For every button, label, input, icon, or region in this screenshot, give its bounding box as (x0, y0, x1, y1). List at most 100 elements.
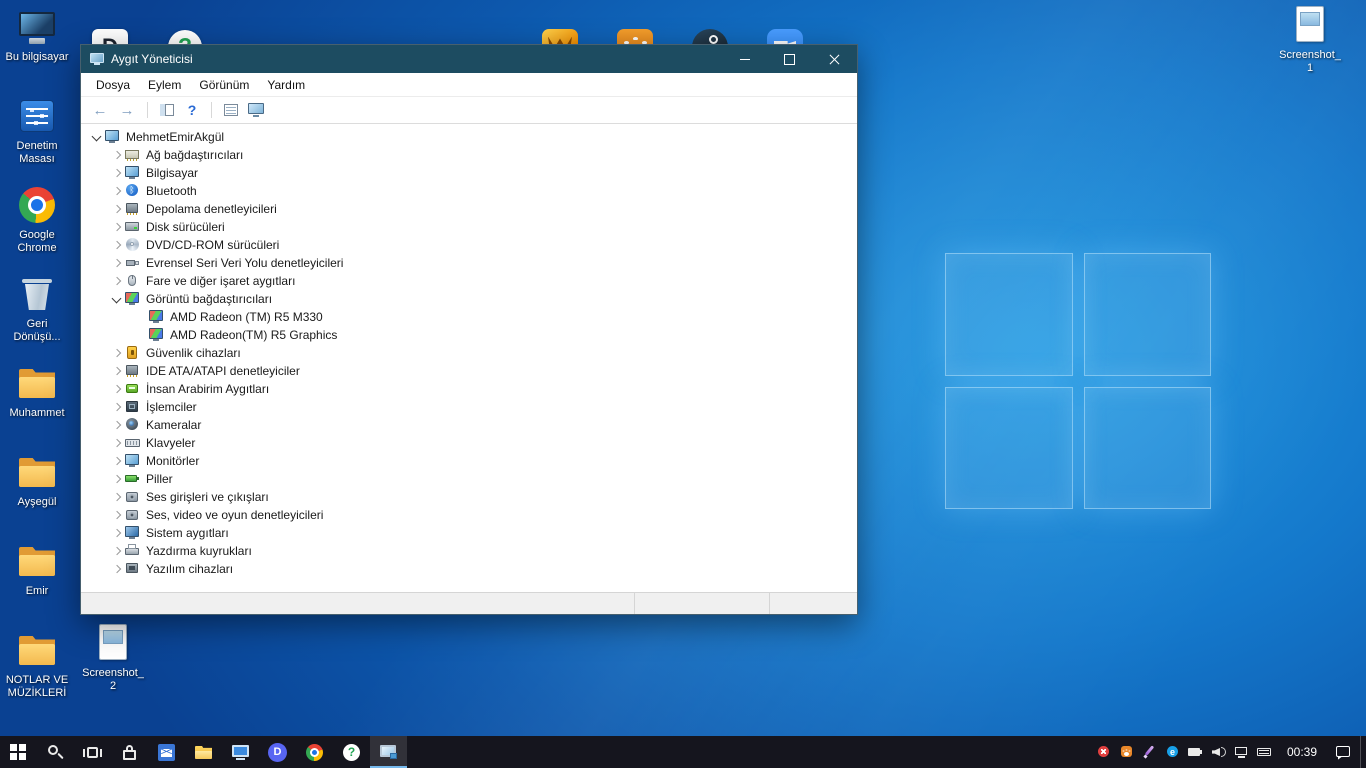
tree-item[interactable]: Ses, video ve oyun denetleyicileri (81, 506, 857, 524)
console-tree-icon[interactable] (157, 100, 177, 120)
tree-expander-icon[interactable] (109, 561, 125, 577)
tray-button[interactable] (1184, 736, 1207, 768)
tree-item-label: Fare ve diğer işaret aygıtları (145, 274, 295, 288)
tree-item[interactable]: MehmetEmirAkgül (81, 128, 857, 146)
maximize-button[interactable] (767, 45, 812, 73)
tree-item[interactable]: Güvenlik cihazları (81, 344, 857, 362)
tray-button[interactable] (1092, 736, 1115, 768)
desktop-icon[interactable]: Muhammet (0, 362, 74, 451)
tree-expander-icon[interactable] (109, 543, 125, 559)
tree-item[interactable]: Yazdırma kuyrukları (81, 542, 857, 560)
tree-expander-icon[interactable] (109, 147, 125, 163)
desktop-icon[interactable]: Screenshot_2 (76, 622, 150, 711)
tree-item[interactable]: Klavyeler (81, 434, 857, 452)
tray-button[interactable] (1115, 736, 1138, 768)
tree-expander-icon[interactable] (109, 435, 125, 451)
title-bar[interactable]: Aygıt Yöneticisi (81, 45, 857, 73)
tree-item[interactable]: İşlemciler (81, 398, 857, 416)
tree-expander-icon[interactable] (109, 507, 125, 523)
tree-expander-icon[interactable] (109, 381, 125, 397)
show-desktop-button[interactable] (1360, 736, 1366, 768)
tree-expander-icon[interactable] (109, 255, 125, 271)
taskbar-app-button[interactable] (74, 736, 111, 768)
taskbar-app-button[interactable] (222, 736, 259, 768)
tray-button[interactable] (1207, 736, 1230, 768)
help-icon[interactable] (182, 100, 202, 120)
desktop-icon[interactable]: Denetim Masası (0, 95, 74, 184)
clock[interactable]: 00:39 (1278, 736, 1326, 768)
tree-expander-icon[interactable] (109, 183, 125, 199)
tree-item[interactable]: Bilgisayar (81, 164, 857, 182)
tree-expander-icon[interactable] (109, 237, 125, 253)
tree-item[interactable]: Piller (81, 470, 857, 488)
taskbar-app-button[interactable] (296, 736, 333, 768)
tree-item[interactable]: Görüntü bağdaştırıcıları (81, 290, 857, 308)
tree-expander-icon[interactable] (109, 165, 125, 181)
tree-expander-icon[interactable] (109, 363, 125, 379)
minimize-button[interactable] (722, 45, 767, 73)
taskbar-app-button[interactable]: ? (333, 736, 370, 768)
desktop-icon[interactable]: Ayşegül (0, 451, 74, 540)
menu-item[interactable]: Eylem (139, 75, 190, 95)
desktop-icon[interactable]: Google Chrome (0, 184, 74, 273)
chrome-icon (305, 743, 324, 762)
tree-item[interactable]: Sistem aygıtları (81, 524, 857, 542)
tree-item[interactable]: Monitörler (81, 452, 857, 470)
menu-item[interactable]: Dosya (87, 75, 139, 95)
tree-item[interactable]: IDE ATA/ATAPI denetleyiciler (81, 362, 857, 380)
tree-expander-icon[interactable] (109, 471, 125, 487)
taskbar-app-button[interactable] (111, 736, 148, 768)
scan-hardware-icon[interactable] (246, 100, 266, 120)
tray-button[interactable] (1253, 736, 1276, 768)
tree-item[interactable]: Depolama denetleyicileri (81, 200, 857, 218)
taskbar-app-button[interactable] (148, 736, 185, 768)
tree-item[interactable]: AMD Radeon (TM) R5 M330 (81, 308, 857, 326)
tree-expander-icon[interactable] (109, 201, 125, 217)
tree-expander-icon[interactable] (109, 345, 125, 361)
tray-button[interactable] (1230, 736, 1253, 768)
taskbar-app-button[interactable] (0, 736, 37, 768)
tree-item[interactable]: Kameralar (81, 416, 857, 434)
tray-button[interactable] (1138, 736, 1161, 768)
tree-item-label: AMD Radeon (TM) R5 M330 (169, 310, 323, 324)
taskbar-app-button[interactable] (37, 736, 74, 768)
tree-expander-icon[interactable] (109, 489, 125, 505)
tree-item[interactable]: İnsan Arabirim Aygıtları (81, 380, 857, 398)
tree-expander-icon[interactable] (109, 291, 125, 307)
tree-item[interactable]: Ağ bağdaştırıcıları (81, 146, 857, 164)
back-icon[interactable] (89, 99, 111, 121)
network-adapter-icon (125, 148, 140, 162)
tree-expander-icon[interactable] (89, 129, 105, 145)
tree-expander-icon[interactable] (133, 327, 149, 343)
menu-item[interactable]: Görünüm (190, 75, 258, 95)
tree-expander-icon[interactable] (109, 399, 125, 415)
tree-item[interactable]: Disk sürücüleri (81, 218, 857, 236)
desktop-icon[interactable]: Geri Dönüşü... (0, 273, 74, 362)
taskbar-app-button[interactable]: D (259, 736, 296, 768)
list-view-icon[interactable] (221, 100, 241, 120)
desktop-icon[interactable]: NOTLAR VE MÜZİKLERİ (0, 629, 74, 718)
tree-expander-icon[interactable] (109, 273, 125, 289)
close-button[interactable] (812, 45, 857, 73)
desktop-icon[interactable]: Bu bilgisayar (0, 6, 74, 95)
menu-item[interactable]: Yardım (258, 75, 314, 95)
taskbar-app-button[interactable] (370, 736, 407, 768)
taskbar-app-button[interactable] (185, 736, 222, 768)
tree-expander-icon[interactable] (109, 453, 125, 469)
tree-item[interactable]: Bluetooth (81, 182, 857, 200)
tree-expander-icon[interactable] (109, 417, 125, 433)
tree-item[interactable]: Ses girişleri ve çıkışları (81, 488, 857, 506)
action-center-button[interactable] (1326, 736, 1360, 768)
tree-item[interactable]: Yazılım cihazları (81, 560, 857, 578)
tree-expander-icon[interactable] (109, 525, 125, 541)
tray-button[interactable]: e (1161, 736, 1184, 768)
tree-expander-icon[interactable] (133, 309, 149, 325)
tree-expander-icon[interactable] (109, 219, 125, 235)
tree-item[interactable]: DVD/CD-ROM sürücüleri (81, 236, 857, 254)
desktop-icon[interactable]: Screenshot_1 (1273, 4, 1347, 93)
tree-item[interactable]: Fare ve diğer işaret aygıtları (81, 272, 857, 290)
tree-item[interactable]: AMD Radeon(TM) R5 Graphics (81, 326, 857, 344)
tree-item[interactable]: Evrensel Seri Veri Yolu denetleyicileri (81, 254, 857, 272)
forward-icon[interactable] (116, 99, 138, 121)
desktop-icon[interactable]: Emir (0, 540, 74, 629)
